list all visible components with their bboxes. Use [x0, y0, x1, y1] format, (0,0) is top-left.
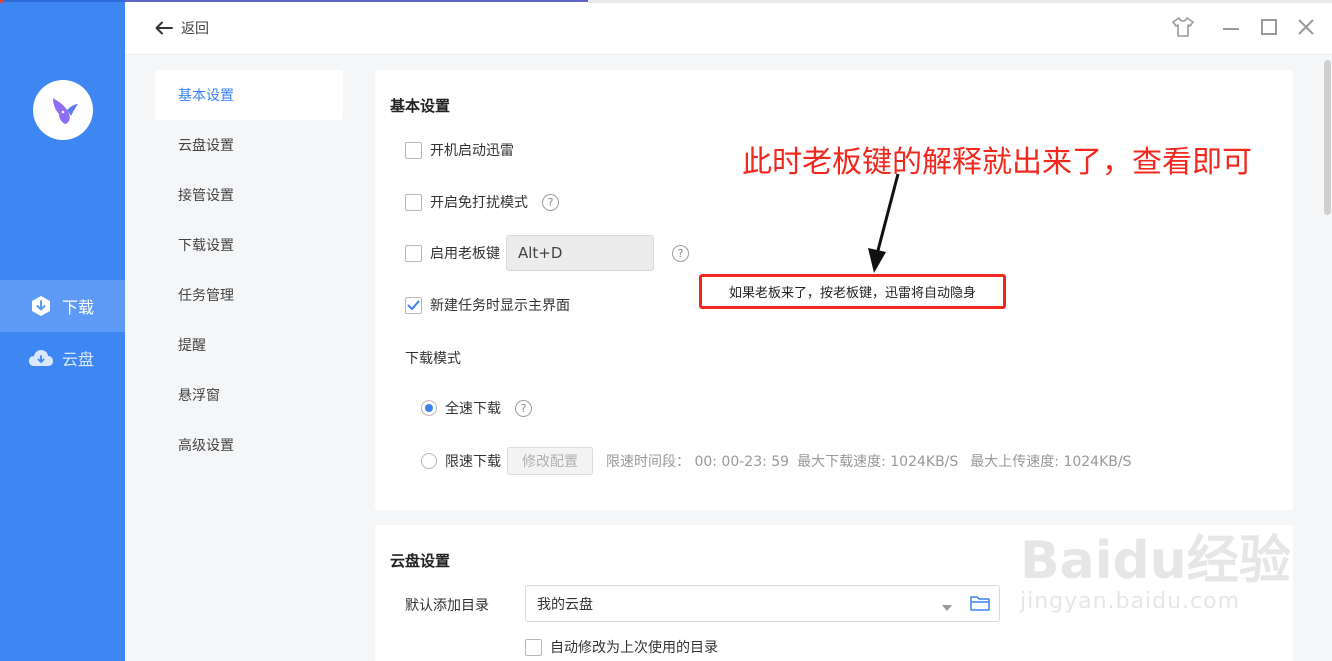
autostart-checkbox[interactable]: [405, 141, 422, 159]
fullspeed-radio[interactable]: [421, 400, 437, 416]
rail-top-line: [0, 0, 125, 2]
autostart-label: 开机启动迅雷: [430, 143, 514, 159]
settings-menu: 基本设置 云盘设置 接管设置 下载设置 任务管理 提醒 悬浮窗 高级设置: [125, 55, 375, 661]
auto-modify-label: 自动修改为上次使用的目录: [550, 640, 718, 656]
auto-modify-checkbox[interactable]: [525, 638, 542, 656]
top-strip-gray: [588, 0, 1332, 3]
top-bar: 返回: [125, 0, 1332, 55]
minimize-button[interactable]: [1218, 14, 1244, 40]
panel-title: 云盘设置: [390, 552, 451, 570]
default-dir-label: 默认添加目录: [405, 598, 489, 614]
radio-dot: [425, 404, 433, 412]
fullspeed-label: 全速下载: [445, 401, 501, 417]
scrollbar[interactable]: [1323, 55, 1332, 661]
modify-config-button[interactable]: 修改配置: [507, 447, 593, 475]
annotation-tooltip: 如果老板来了，按老板键，迅雷将自动隐身: [699, 274, 1006, 309]
menu-item-cloud[interactable]: 云盘设置: [155, 120, 343, 170]
rail-corner-mark: [0, 0, 4, 3]
nav-item-cloud[interactable]: 云盘: [0, 332, 125, 384]
menu-item-advanced[interactable]: 高级设置: [155, 420, 343, 470]
bosskey-row: 启用老板键 Alt+D ?: [405, 235, 689, 271]
scrollbar-thumb[interactable]: [1324, 60, 1331, 215]
fullspeed-row: 全速下载 ?: [421, 398, 532, 418]
help-icon[interactable]: ?: [542, 193, 559, 211]
hummingbird-logo-icon: [53, 98, 78, 124]
limit-time-text: 限速时间段： 00: 00-23: 59: [606, 454, 790, 470]
maximize-button[interactable]: [1256, 14, 1282, 40]
menu-item-download[interactable]: 下载设置: [155, 220, 343, 270]
dnd-row: 开启免打扰模式 ?: [405, 192, 559, 212]
bosskey-label: 启用老板键: [430, 246, 500, 262]
watermark-logo: Baidu经验: [1020, 531, 1291, 591]
autostart-row: 开机启动迅雷: [405, 140, 514, 160]
menu-item-basic[interactable]: 基本设置: [155, 70, 343, 120]
menu-item-takeover[interactable]: 接管设置: [155, 170, 343, 220]
left-nav-rail: 下载 云盘: [0, 0, 125, 661]
limited-label: 限速下载: [445, 454, 501, 470]
download-shield-icon: [28, 295, 54, 317]
auto-modify-row: 自动修改为上次使用的目录: [525, 637, 718, 657]
close-icon: [1298, 19, 1314, 35]
annotation-headline: 此时老板键的解释就出来了，查看即可: [742, 145, 1252, 180]
nav-item-label: 云盘: [62, 350, 95, 369]
dnd-label: 开启免打扰模式: [430, 195, 528, 211]
show-main-row: 新建任务时显示主界面: [405, 295, 570, 315]
download-mode-heading: 下载模式: [405, 351, 461, 367]
app-logo: [33, 80, 93, 140]
close-button[interactable]: [1293, 14, 1319, 40]
bosskey-hotkey-input[interactable]: Alt+D: [506, 235, 654, 271]
show-main-label: 新建任务时显示主界面: [430, 298, 570, 314]
panel-title: 基本设置: [390, 97, 451, 115]
max-upload-text: 最大上传速度: 1024KB/S: [970, 454, 1132, 470]
menu-item-task-manage[interactable]: 任务管理: [155, 270, 343, 320]
nav-item-label: 下载: [62, 298, 95, 317]
menu-item-reminder[interactable]: 提醒: [155, 320, 343, 370]
back-label: 返回: [181, 21, 209, 37]
cloud-icon: [28, 347, 54, 369]
annotation-arrow-icon: [868, 173, 900, 273]
top-strip: [125, 0, 588, 2]
default-dir-value: 我的云盘: [537, 596, 593, 613]
bosskey-checkbox[interactable]: [405, 244, 422, 262]
watermark: Baidu经验 jingyan.baidu.com: [1020, 518, 1291, 614]
back-button[interactable]: 返回: [155, 16, 209, 40]
default-dir-select[interactable]: 我的云盘: [525, 585, 1000, 622]
minimize-icon: [1223, 28, 1239, 30]
menu-item-floating-window[interactable]: 悬浮窗: [155, 370, 343, 420]
arrow-left-icon: [155, 21, 173, 35]
caret-down-icon: [942, 600, 952, 616]
help-icon[interactable]: ?: [672, 244, 689, 262]
limited-row: 限速下载 修改配置 限速时间段： 00: 00-23: 59 最大下载速度: 1…: [421, 447, 1131, 475]
skin-button[interactable]: [1170, 14, 1196, 40]
help-icon[interactable]: ?: [515, 399, 532, 417]
nav-item-download[interactable]: 下载: [0, 280, 125, 332]
tshirt-icon: [1172, 17, 1194, 37]
show-main-checkbox[interactable]: [405, 296, 422, 314]
checkmark-icon: [407, 300, 420, 310]
maximize-icon: [1261, 19, 1277, 35]
max-download-text: 最大下载速度: 1024KB/S: [797, 454, 959, 470]
dnd-checkbox[interactable]: [405, 193, 422, 211]
limited-radio[interactable]: [421, 453, 437, 469]
folder-icon[interactable]: [970, 595, 990, 615]
